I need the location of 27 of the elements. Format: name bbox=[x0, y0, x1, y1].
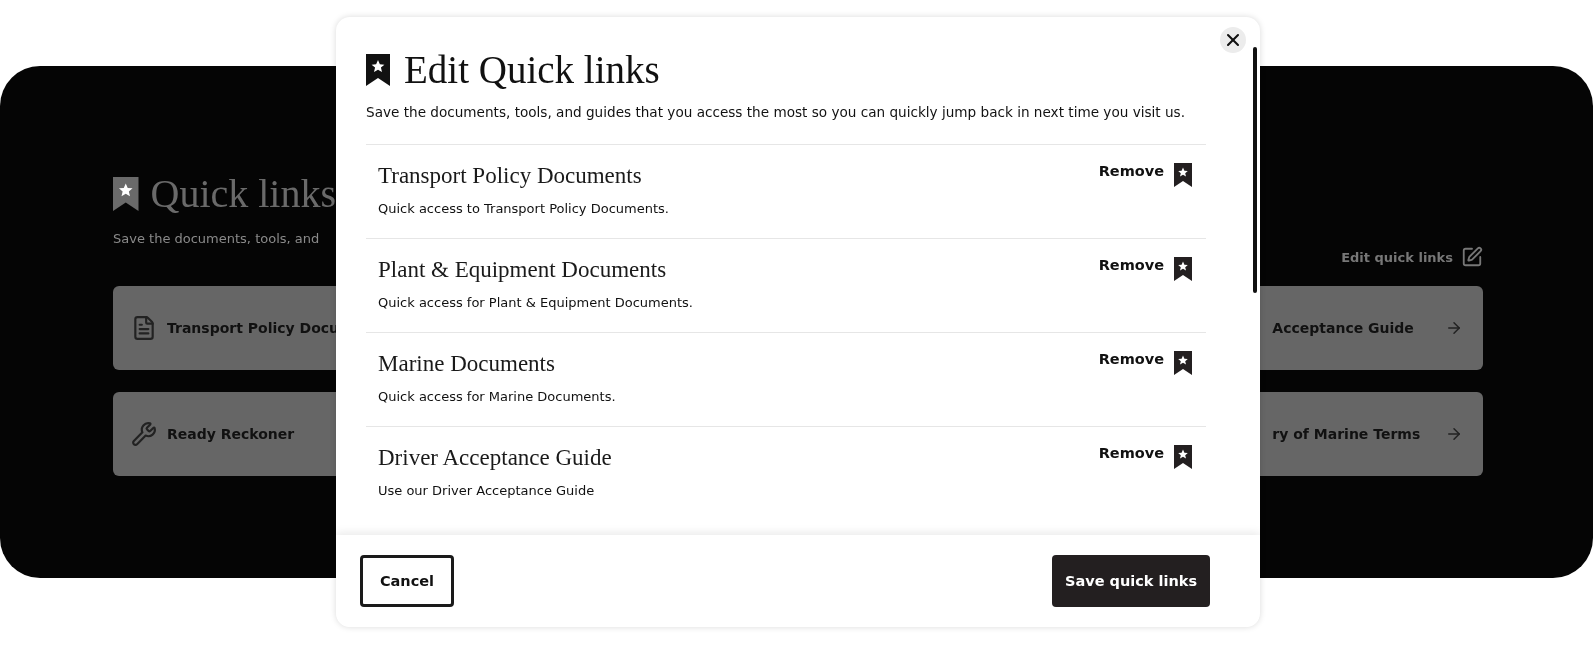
arrow-icon bbox=[1445, 319, 1463, 337]
link-title: Plant & Equipment Documents bbox=[378, 257, 668, 283]
close-button[interactable] bbox=[1220, 27, 1246, 53]
remove-button[interactable]: Remove bbox=[1098, 445, 1192, 471]
link-title: Transport Policy Documents bbox=[378, 163, 643, 189]
cancel-button[interactable]: Cancel bbox=[360, 555, 454, 607]
remove-button[interactable]: Remove bbox=[1098, 163, 1192, 189]
bookmark-icon bbox=[1174, 445, 1192, 469]
arrow-icon bbox=[1445, 425, 1463, 443]
edit-link[interactable]: Edit quick links bbox=[1341, 249, 1453, 265]
section-title: Quick links bbox=[150, 170, 337, 217]
dialog-title: Edit Quick links bbox=[404, 47, 660, 92]
link-description: Use our Driver Acceptance Guide bbox=[378, 483, 596, 498]
edit-icon bbox=[1461, 246, 1483, 268]
section-description: Save the documents, tools, and bbox=[113, 231, 320, 246]
bookmark-icon bbox=[1174, 351, 1192, 375]
scrollbar[interactable] bbox=[1253, 47, 1257, 293]
bookmark-icon bbox=[1174, 163, 1192, 187]
bookmark-icon bbox=[366, 53, 390, 86]
save-button[interactable]: Save quick links bbox=[1052, 555, 1210, 607]
bookmark-icon bbox=[113, 176, 139, 211]
link-description: Quick access to Transport Policy Documents. bbox=[378, 201, 669, 216]
document-icon bbox=[131, 315, 157, 341]
wrench-icon bbox=[131, 421, 157, 447]
remove-button[interactable]: Remove bbox=[1098, 257, 1192, 283]
dialog-description: Save the documents, tools, and guides that you access the most so you can quickly jump back in next time you visit us. bbox=[366, 104, 1186, 120]
bookmark-icon bbox=[1174, 257, 1192, 281]
